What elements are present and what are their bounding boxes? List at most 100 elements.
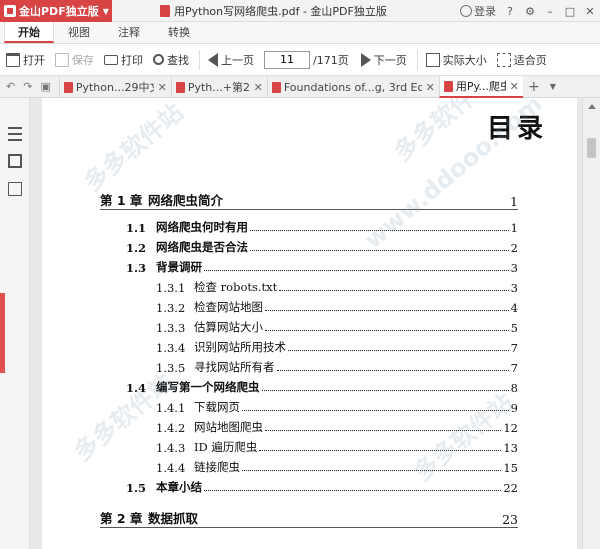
undo-icon[interactable]: ↶: [6, 80, 15, 93]
toolbar-divider: [199, 49, 200, 70]
close-tab-icon[interactable]: ✕: [158, 81, 167, 94]
window-title: 用Python写网络爬虫.pdf - 金山PDF独立版: [160, 0, 387, 22]
toc-entry-page: 3: [510, 261, 518, 275]
close-tab-icon[interactable]: ✕: [254, 81, 263, 94]
open-button[interactable]: 打开: [6, 52, 45, 68]
actual-size-button[interactable]: 实际大小: [425, 52, 487, 68]
app-menu-button[interactable]: 金山PDF独立版 ▼: [0, 0, 112, 22]
toc-entry[interactable]: 1.3.3 估算网站大小 5: [100, 317, 518, 335]
scrollbar-thumb[interactable]: [587, 138, 596, 158]
bookmark-list-icon[interactable]: [8, 127, 22, 141]
tab-annotate[interactable]: 注释: [104, 22, 154, 43]
thumbnail-icon[interactable]: [8, 154, 22, 168]
toc-entry-number: 1.3.2: [156, 301, 186, 315]
tab-convert[interactable]: 转换: [154, 22, 204, 43]
prev-page-button[interactable]: 上一页: [208, 52, 254, 68]
toc-entry-number: 1.4.3: [156, 441, 186, 455]
scroll-up-icon[interactable]: [588, 104, 596, 109]
toc-entry-title: 网站地图爬虫: [194, 420, 263, 434]
toc-entry[interactable]: 1.3 背景调研 3: [100, 257, 518, 275]
toc-entry[interactable]: 第 1 章网络爬虫简介 1: [100, 192, 518, 210]
quick-save-icon[interactable]: ▣: [40, 80, 50, 93]
toc-entry-number: 1.3.4: [156, 341, 186, 355]
toc-entry[interactable]: 1.4.4 链接爬虫 15: [100, 457, 518, 475]
toc-leader-dots: [250, 250, 509, 251]
toc-entry-title: 识别网站所用技术: [194, 340, 286, 354]
toc-entry[interactable]: 1.4.1 下载网页 9: [100, 397, 518, 415]
printer-icon: [104, 54, 118, 65]
toc-entry[interactable]: 1.3.1 检查 robots.txt 3: [100, 277, 518, 295]
toc-entry-number: 第 2 章: [100, 511, 143, 526]
toc-leader-dots: [204, 270, 509, 271]
new-tab-button[interactable]: +: [523, 76, 545, 97]
close-tab-icon[interactable]: ✕: [510, 80, 519, 93]
toc-entry[interactable]: 1.3.5 寻找网站所有者 7: [100, 357, 518, 375]
toc-leader-dots: [265, 330, 509, 331]
toc-leader-dots: [288, 350, 509, 351]
toc-leader-dots: [259, 450, 502, 451]
doc-tab[interactable]: Python...29中文版 ✕: [58, 76, 171, 98]
close-tab-icon[interactable]: ✕: [426, 81, 435, 94]
tab-view[interactable]: 视图: [54, 22, 104, 43]
pdf-file-icon: [175, 81, 185, 93]
toc-leader-dots: [242, 470, 502, 471]
toc-entry-number: 1.1: [126, 221, 147, 235]
toc-leader-dots: [279, 290, 509, 291]
toc-entry[interactable]: 1.3.2 检查网站地图 4: [100, 297, 518, 315]
find-label: 查找: [167, 53, 189, 67]
ribbon-tabs: 开始 视图 注释 转换: [0, 22, 600, 44]
maximize-icon[interactable]: □: [564, 5, 576, 18]
toc-leader-dots: [261, 390, 509, 391]
print-button[interactable]: 打印: [104, 52, 143, 68]
doc-tab[interactable]: Pyth...+第2版 ✕: [170, 76, 267, 98]
page-number-input[interactable]: [264, 50, 310, 69]
toc-entry[interactable]: 第 2 章数据抓取 23: [100, 510, 518, 528]
save-button[interactable]: 保存: [55, 52, 94, 68]
doc-tab[interactable]: Foundations of...g, 3rd Edition ✕: [266, 76, 439, 98]
redo-icon[interactable]: ↷: [23, 80, 32, 93]
tab-list-button[interactable]: ▼: [545, 76, 561, 97]
attachment-icon[interactable]: [8, 182, 22, 196]
toc-entry[interactable]: 1.2 网络爬虫是否合法 2: [100, 237, 518, 255]
toc-leader-dots: [265, 430, 502, 431]
sidebar-toggle-handle[interactable]: [0, 293, 5, 373]
toc-entry[interactable]: 1.4 编写第一个网络爬虫 8: [100, 377, 518, 395]
left-sidebar: [0, 98, 30, 549]
toc-leader-dots: [242, 410, 509, 411]
toc-entry[interactable]: 1.4.3 ID 遍历爬虫 13: [100, 437, 518, 455]
toc-entry-number: 1.3.5: [156, 361, 186, 375]
toc-entry[interactable]: 1.3.4 识别网站所用技术 7: [100, 337, 518, 355]
document-viewport[interactable]: 目录 第 1 章网络爬虫简介 1 1.1 网络爬虫何时有用 1 1.2 网络爬虫是否合法 2 1…: [30, 98, 582, 549]
pdf-file-icon: [271, 81, 281, 93]
print-label: 打印: [121, 53, 143, 67]
toc-title: 目录: [486, 114, 547, 144]
find-button[interactable]: 查找: [153, 52, 189, 68]
fit-page-button[interactable]: 适合页: [496, 52, 547, 68]
login-button[interactable]: 登录: [460, 3, 496, 19]
arrow-left-icon: [208, 52, 218, 67]
toc-entry-title: 编写第一个网络爬虫: [156, 380, 260, 394]
next-page-button[interactable]: 下一页: [360, 52, 407, 68]
toc-entry-page: 2: [510, 241, 518, 255]
minimize-icon[interactable]: –: [544, 5, 556, 18]
toc-entry-page: 4: [510, 301, 518, 315]
document-title: 用Python写网络爬虫.pdf - 金山PDF独立版: [174, 5, 387, 18]
doc-tab-active[interactable]: 用Py...爬虫 ✕: [438, 76, 523, 98]
toc-entry[interactable]: 1.5 本章小结 22: [100, 477, 518, 495]
toc-entry-number: 第 1 章: [100, 193, 143, 208]
help-icon[interactable]: ?: [504, 5, 516, 18]
toc-leader-dots: [265, 310, 509, 311]
actual-size-label: 实际大小: [442, 53, 487, 67]
toc-entry[interactable]: 1.4.2 网站地图爬虫 12: [100, 417, 518, 435]
settings-icon[interactable]: ⚙: [524, 5, 536, 18]
fit-page-icon: [496, 52, 511, 67]
toc-leader-dots: [204, 490, 502, 491]
toc-entry-number: 1.4.4: [156, 461, 186, 475]
toc-entry[interactable]: 1.1 网络爬虫何时有用 1: [100, 217, 518, 235]
toc-entry-page: 7: [510, 361, 518, 375]
vertical-scrollbar[interactable]: [582, 98, 600, 549]
tab-start[interactable]: 开始: [4, 22, 54, 43]
toc-entry-number: 1.4.2: [156, 421, 186, 435]
actual-size-icon: [425, 52, 440, 67]
close-icon[interactable]: ✕: [584, 5, 596, 18]
